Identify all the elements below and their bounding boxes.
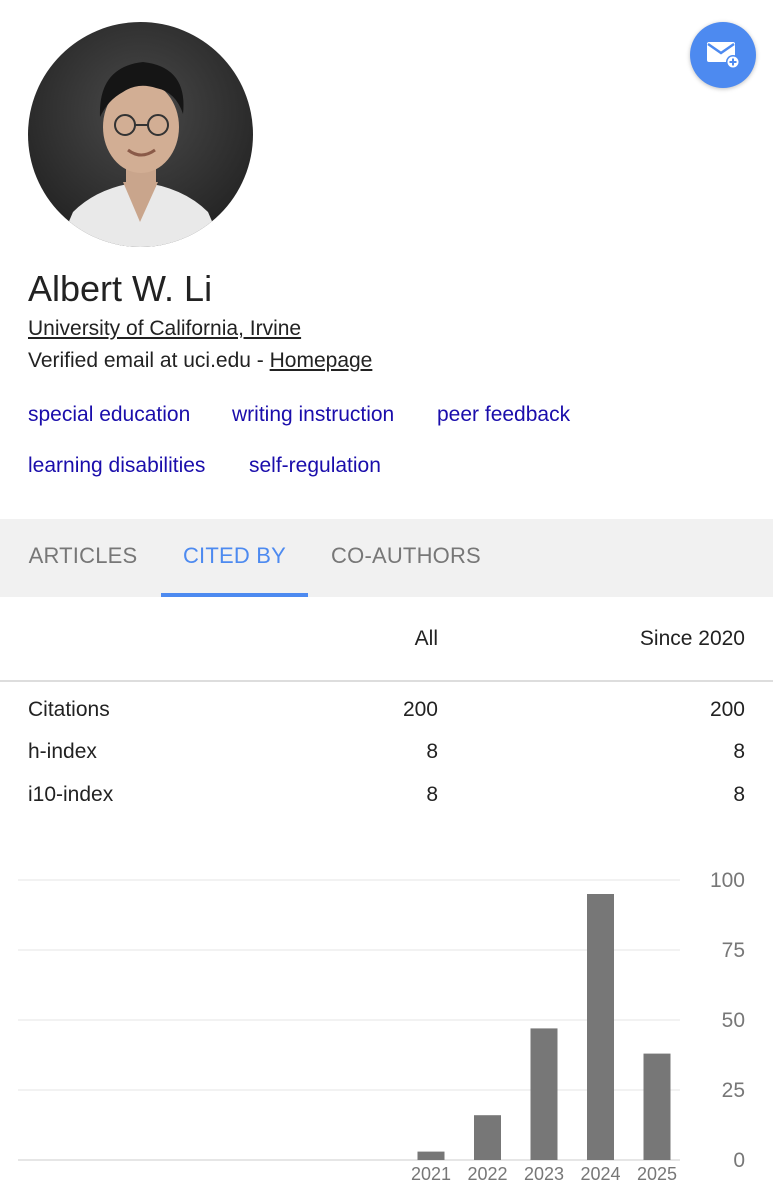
x-tick-label: 2022 bbox=[467, 1164, 507, 1184]
x-tick-label: 2021 bbox=[411, 1164, 451, 1184]
interest-link[interactable]: learning disabilities bbox=[28, 453, 205, 479]
stat-i10-index-all: 8 bbox=[426, 783, 438, 806]
y-tick-label: 50 bbox=[722, 1009, 745, 1032]
stat-label-i10-index: i10-index bbox=[28, 783, 114, 806]
tab-cited-by[interactable]: CITED BY bbox=[161, 519, 308, 597]
homepage-link[interactable]: Homepage bbox=[270, 349, 373, 372]
y-tick-label: 100 bbox=[710, 869, 745, 892]
column-header-all: All bbox=[414, 627, 438, 650]
bar-2024 bbox=[587, 894, 614, 1160]
stat-h-index-all: 8 bbox=[426, 740, 438, 763]
profile-photo bbox=[28, 22, 253, 247]
x-tick-label: 2024 bbox=[580, 1164, 620, 1184]
stat-label-h-index: h-index bbox=[28, 740, 97, 763]
follow-button[interactable] bbox=[690, 22, 756, 88]
profile-name: Albert W. Li bbox=[28, 268, 213, 309]
y-tick-label: 75 bbox=[722, 939, 745, 962]
stat-h-index-since: 8 bbox=[733, 740, 745, 763]
x-tick-label: 2023 bbox=[524, 1164, 564, 1184]
interest-link[interactable]: self-regulation bbox=[249, 453, 381, 479]
stat-citations-since: 200 bbox=[709, 698, 745, 721]
bar-2022 bbox=[474, 1115, 501, 1160]
interest-link[interactable]: peer feedback bbox=[437, 402, 570, 428]
tab-bar: ARTICLES CITED BY CO-AUTHORS bbox=[0, 519, 773, 597]
y-tick-label: 25 bbox=[722, 1079, 745, 1102]
email-line: Verified email at uci.edu - Homepage bbox=[28, 348, 372, 374]
tab-co-authors[interactable]: CO-AUTHORS bbox=[320, 519, 492, 597]
bar-2021 bbox=[417, 1151, 445, 1160]
active-tab-indicator bbox=[161, 593, 308, 597]
stats-divider bbox=[0, 680, 773, 682]
tab-articles[interactable]: ARTICLES bbox=[20, 519, 146, 597]
email-add-icon bbox=[707, 42, 740, 69]
interest-link[interactable]: special education bbox=[28, 402, 190, 428]
y-tick-label: 0 bbox=[733, 1149, 745, 1172]
verified-email-text: Verified email at uci.edu - bbox=[28, 349, 270, 372]
affiliation-link[interactable]: University of California, Irvine bbox=[28, 316, 301, 342]
interest-link[interactable]: writing instruction bbox=[232, 402, 394, 428]
citations-bar-chart: 0 25 50 75 100 2021 2022 2023 2024 2025 bbox=[18, 869, 745, 1184]
stat-label-citations: Citations bbox=[28, 698, 110, 721]
column-header-since: Since 2020 bbox=[639, 627, 745, 650]
stat-i10-index-since: 8 bbox=[733, 783, 745, 806]
stat-citations-all: 200 bbox=[402, 698, 438, 721]
bar-2025 bbox=[643, 1053, 671, 1160]
bar-2023 bbox=[530, 1028, 558, 1160]
x-tick-label: 2025 bbox=[637, 1164, 677, 1184]
